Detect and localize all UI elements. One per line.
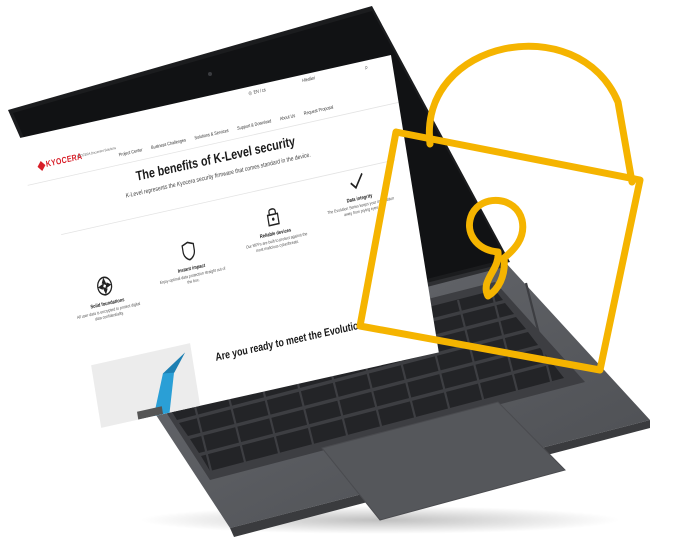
globe-icon: ◎ bbox=[248, 91, 253, 97]
kyocera-logo-mark-icon bbox=[37, 160, 46, 171]
logo-subtext: KYOCERA Document Solutions bbox=[76, 145, 117, 159]
photo-scene: ◎ EN / cs Hledání ⌕ KYOCERA KYOCERA Docu… bbox=[0, 0, 686, 548]
feature-data-integrity: Data integrity The Evolution Series keep… bbox=[321, 162, 396, 223]
nav-item-business-challenges[interactable]: Business Challenges bbox=[151, 138, 186, 150]
nav-item-about-us[interactable]: About Us bbox=[280, 114, 296, 122]
nav-item-request-proposal[interactable]: Request Proposal bbox=[304, 105, 334, 116]
search-icon[interactable]: ⌕ bbox=[364, 63, 369, 72]
language-selector[interactable]: ◎ EN / cs bbox=[248, 87, 267, 97]
feature-instant-impact: Instant impact Enjoy optimal data protec… bbox=[153, 232, 228, 293]
nav-item-project-center[interactable]: Project Center bbox=[119, 148, 143, 158]
search-hint[interactable]: Hledání bbox=[302, 76, 316, 84]
nav-item-solutions-services[interactable]: Solutions & Services bbox=[194, 129, 229, 141]
language-label: EN / cs bbox=[253, 87, 267, 95]
webcam bbox=[208, 72, 212, 76]
nav-item-support-download[interactable]: Support & Download bbox=[237, 119, 272, 131]
feature-solid-foundations: Solid foundations All user data is encry… bbox=[69, 267, 144, 328]
feature-reliable-devices: Reliable devices Our MFPs are built to p… bbox=[237, 197, 312, 258]
